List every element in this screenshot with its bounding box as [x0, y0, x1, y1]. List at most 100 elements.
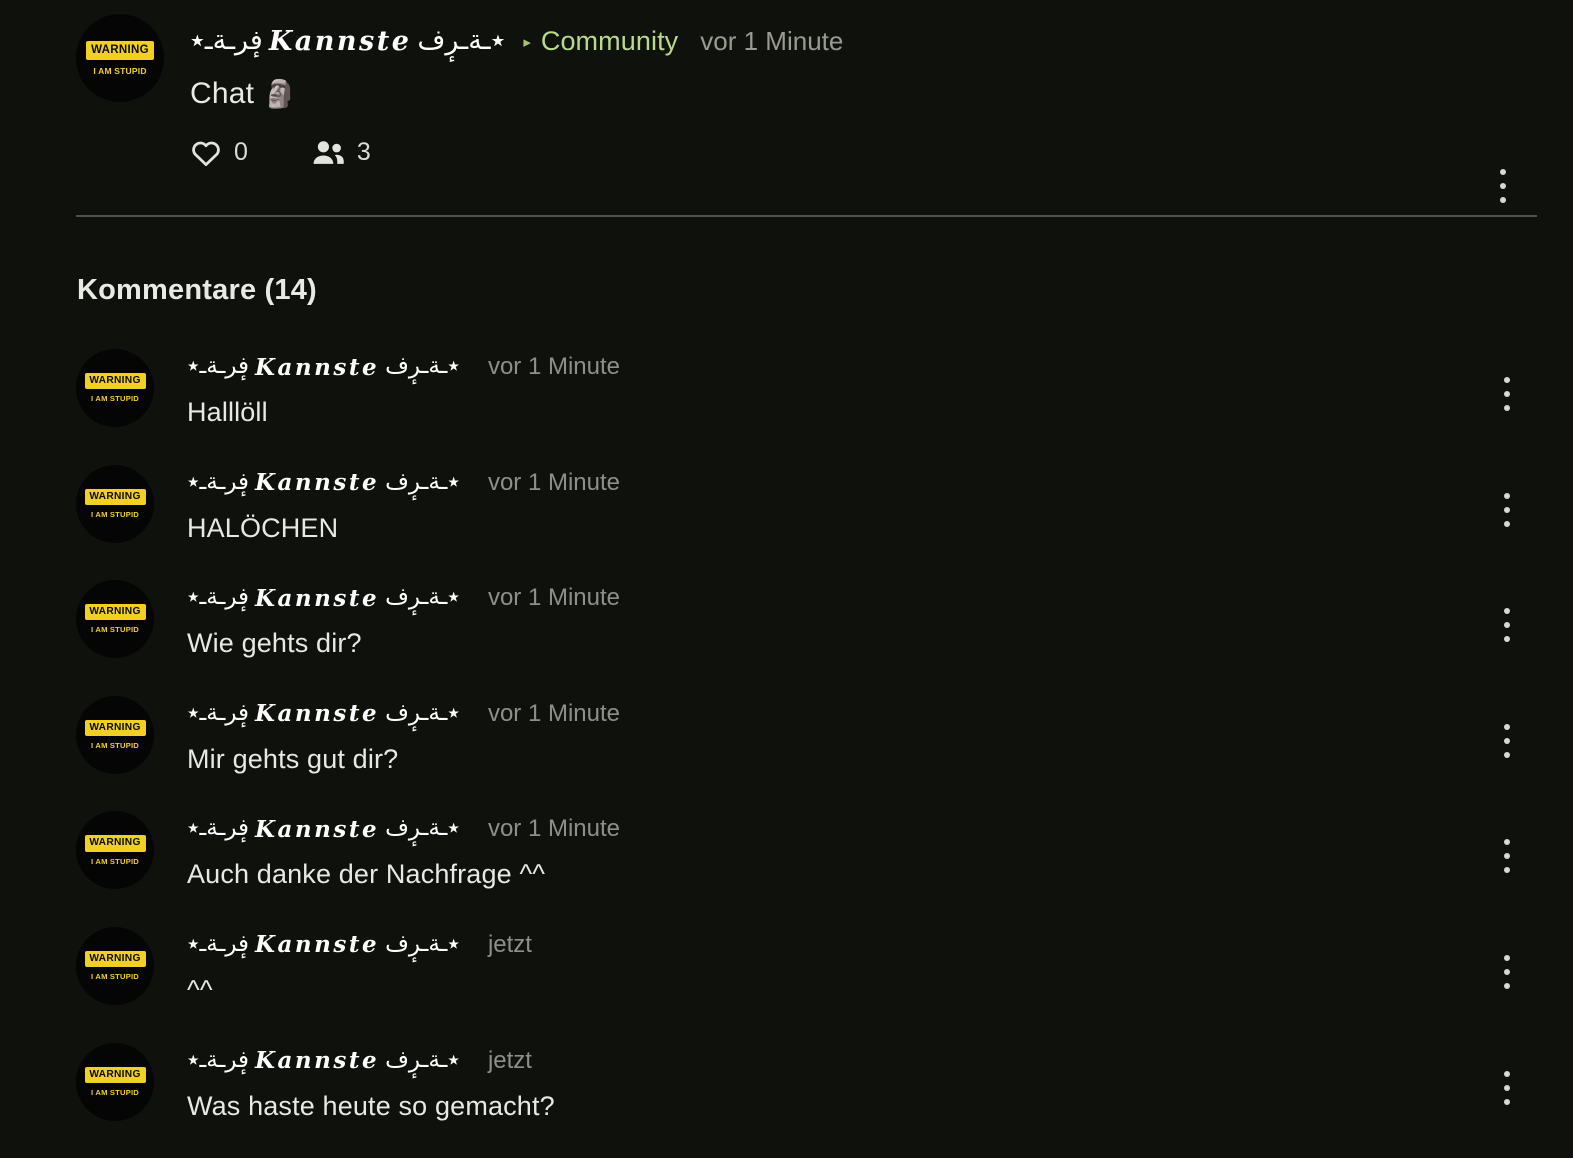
- avatar-warning-banner: WARNING: [84, 373, 146, 390]
- comment-meta-row: فٕرـةـ٭ Kannste ٭ـةـرٕف jetzt: [187, 930, 1537, 960]
- comment-author-name[interactable]: فٕرـةـ٭ Kannste ٭ـةـرٕف: [187, 699, 460, 728]
- comment-author-name[interactable]: فٕرـةـ٭ Kannste ٭ـةـرٕف: [187, 930, 460, 959]
- section-divider: [76, 215, 1537, 217]
- comment-body: فٕرـةـ٭ Kannste ٭ـةـرٕف vor 1 Minute HALÖCHE…: [187, 465, 1537, 544]
- comment-item: WARNING I AM STUPID فٕرـةـ٭ Kannste ٭ـةـرٕف v…: [76, 580, 1537, 696]
- viewers-indicator[interactable]: 3: [312, 138, 371, 167]
- avatar-warning-subtext: I AM STUPID: [91, 1087, 139, 1097]
- avatar-warning-banner: WARNING: [84, 951, 146, 968]
- comment-author-name[interactable]: فٕرـةـ٭ Kannste ٭ـةـرٕف: [187, 815, 460, 843]
- avatar-warning-banner: WARNING: [84, 719, 146, 737]
- like-button[interactable]: 0: [190, 138, 248, 167]
- comment-menu-button[interactable]: [1493, 839, 1521, 874]
- comment-item: WARNING I AM STUPID فٕرـةـ٭ Kannste ٭ـةـرٕف j…: [76, 1042, 1537, 1158]
- people-icon: [312, 139, 345, 166]
- comment-menu-button[interactable]: [1493, 377, 1521, 411]
- community-link[interactable]: Community: [541, 26, 678, 57]
- comment-timestamp: jetzt: [487, 930, 532, 958]
- username-core: Kannste: [255, 815, 380, 843]
- kebab-dot: [1504, 405, 1510, 411]
- comment-text: HALÖCHEN: [187, 512, 339, 543]
- username-core: Kannste: [255, 353, 380, 381]
- kebab-dot: [1504, 608, 1510, 615]
- viewers-count: 3: [356, 138, 371, 166]
- kebab-dot: [1504, 853, 1510, 860]
- comment-meta-row: فٕرـةـ٭ Kannste ٭ـةـرٕف vor 1 Minute: [187, 583, 1537, 613]
- post-header: WARNING I AM STUPID فٕرـةـ٭ Kannste ٭ـةـ…: [76, 14, 1537, 203]
- moai-emoji-icon: 🗿: [263, 79, 297, 110]
- comment-author-avatar[interactable]: WARNING I AM STUPID: [76, 349, 154, 427]
- avatar-warning-subtext: I AM STUPID: [91, 394, 139, 404]
- comment-body: فٕرـةـ٭ Kannste ٭ـةـرٕف jetzt Was haste heut…: [187, 1043, 1537, 1122]
- comment-author-avatar[interactable]: WARNING I AM STUPID: [76, 811, 154, 890]
- comment-author-name[interactable]: فٕرـةـ٭ Kannste ٭ـةـرٕف: [187, 353, 460, 381]
- avatar-warning-banner: WARNING: [86, 41, 154, 60]
- comment-menu-button[interactable]: [1493, 954, 1521, 989]
- comment-timestamp: vor 1 Minute: [487, 815, 621, 843]
- comment-menu-button[interactable]: [1493, 723, 1521, 758]
- comment-menu-button[interactable]: [1493, 608, 1521, 643]
- comment-author-avatar[interactable]: WARNING I AM STUPID: [76, 464, 154, 543]
- comment-menu-button[interactable]: [1493, 1070, 1521, 1105]
- username-suffix-flourish-icon: ٭ـةـرٕف: [385, 468, 460, 495]
- comment-body: فٕرـةـ٭ Kannste ٭ـةـرٕف vor 1 Minute Auch da…: [187, 811, 1537, 890]
- username-suffix-flourish-icon: ٭ـةـرٕف: [385, 815, 460, 842]
- comment-author-avatar[interactable]: WARNING I AM STUPID: [76, 580, 154, 659]
- kebab-dot: [1504, 968, 1510, 975]
- avatar-warning-banner: WARNING: [84, 1066, 146, 1083]
- comment-author-avatar[interactable]: WARNING I AM STUPID: [76, 695, 154, 774]
- comment-author-name[interactable]: فٕرـةـ٭ Kannste ٭ـةـرٕف: [187, 1047, 460, 1075]
- kebab-dot: [1504, 492, 1510, 499]
- post-author-name[interactable]: فٕرـةـ٭ Kannste ٭ـةـرٕف: [190, 25, 505, 57]
- kebab-dot: [1500, 169, 1506, 175]
- comment-timestamp: vor 1 Minute: [487, 353, 621, 380]
- comment-item: WARNING I AM STUPID فٕرـةـ٭ Kannste ٭ـةـرٕف v…: [76, 811, 1537, 927]
- comment-menu-button[interactable]: [1493, 492, 1521, 527]
- comment-text: ^^: [187, 974, 213, 1005]
- comment-timestamp: vor 1 Minute: [487, 468, 621, 496]
- post-menu-button[interactable]: [1489, 169, 1517, 203]
- comment-meta-row: فٕرـةـ٭ Kannste ٭ـةـرٕف vor 1 Minute: [187, 352, 1537, 382]
- username-prefix-flourish-icon: فٕرـةـ٭: [187, 699, 250, 726]
- comment-text: Halllöll: [187, 397, 268, 427]
- username-suffix-flourish-icon: ٭ـةـرٕف: [385, 353, 460, 379]
- chevron-right-icon: ▸: [523, 33, 531, 51]
- heart-icon: [190, 138, 222, 167]
- comment-author-avatar[interactable]: WARNING I AM STUPID: [76, 926, 154, 1005]
- post-meta-row: فٕرـةـ٭ Kannste ٭ـةـرٕف ▸ Community vor …: [190, 24, 1537, 58]
- comment-author-name[interactable]: فٕرـةـ٭ Kannste ٭ـةـرٕف: [187, 584, 460, 612]
- kebab-dot: [1500, 197, 1506, 203]
- kebab-dot: [1504, 723, 1510, 730]
- comment-meta-row: فٕرـةـ٭ Kannste ٭ـةـرٕف jetzt: [187, 1046, 1537, 1076]
- kebab-dot: [1504, 622, 1510, 629]
- kebab-dot: [1504, 839, 1510, 846]
- kebab-dot: [1504, 1098, 1510, 1105]
- comment-timestamp: vor 1 Minute: [487, 584, 621, 612]
- comment-author-avatar[interactable]: WARNING I AM STUPID: [76, 1042, 154, 1121]
- comment-item: WARNING I AM STUPID فٕرـةـ٭ Kannste ٭ـةـرٕف v…: [76, 464, 1537, 581]
- comment-text: Was haste heute so gemacht?: [187, 1090, 555, 1121]
- comment-body: فٕرـةـ٭ Kannste ٭ـةـرٕف jetzt ^^: [187, 927, 1537, 1006]
- comment-timestamp: vor 1 Minute: [487, 699, 621, 727]
- comment-item: WARNING I AM STUPID فٕرـةـ٭ Kannste ٭ـةـرٕف v…: [76, 349, 1537, 465]
- username-suffix-flourish-icon: ٭ـةـرٕف: [385, 584, 460, 611]
- comment-text: Wie gehts dir?: [187, 628, 362, 659]
- username-core: Kannste: [255, 931, 380, 959]
- post-author-avatar[interactable]: WARNING I AM STUPID: [76, 14, 164, 102]
- comment-item: WARNING I AM STUPID فٕرـةـ٭ Kannste ٭ـةـرٕف j…: [76, 926, 1537, 1043]
- username-core: Kannste: [255, 469, 380, 497]
- comment-timestamp: jetzt: [487, 1046, 532, 1074]
- comments-heading: Kommentare (14): [77, 274, 317, 306]
- avatar-warning-subtext: I AM STUPID: [91, 856, 139, 866]
- username-core: Kannste: [255, 584, 380, 612]
- post-stats-row: 0 3: [190, 138, 1537, 167]
- username-prefix-flourish-icon: فٕرـةـ٭: [187, 930, 250, 957]
- kebab-dot: [1504, 737, 1510, 744]
- comment-author-name[interactable]: فٕرـةـ٭ Kannste ٭ـةـرٕف: [187, 468, 460, 497]
- comment-text: Auch danke der Nachfrage ^^: [187, 859, 546, 890]
- comment-body: فٕرـةـ٭ Kannste ٭ـةـرٕف vor 1 Minute Wie geh…: [187, 580, 1537, 659]
- avatar-warning-banner: WARNING: [84, 835, 146, 852]
- kebab-dot: [1504, 954, 1510, 961]
- avatar-warning-subtext: I AM STUPID: [91, 972, 139, 982]
- post-body: فٕرـةـ٭ Kannste ٭ـةـرٕف ▸ Community vor …: [190, 14, 1537, 167]
